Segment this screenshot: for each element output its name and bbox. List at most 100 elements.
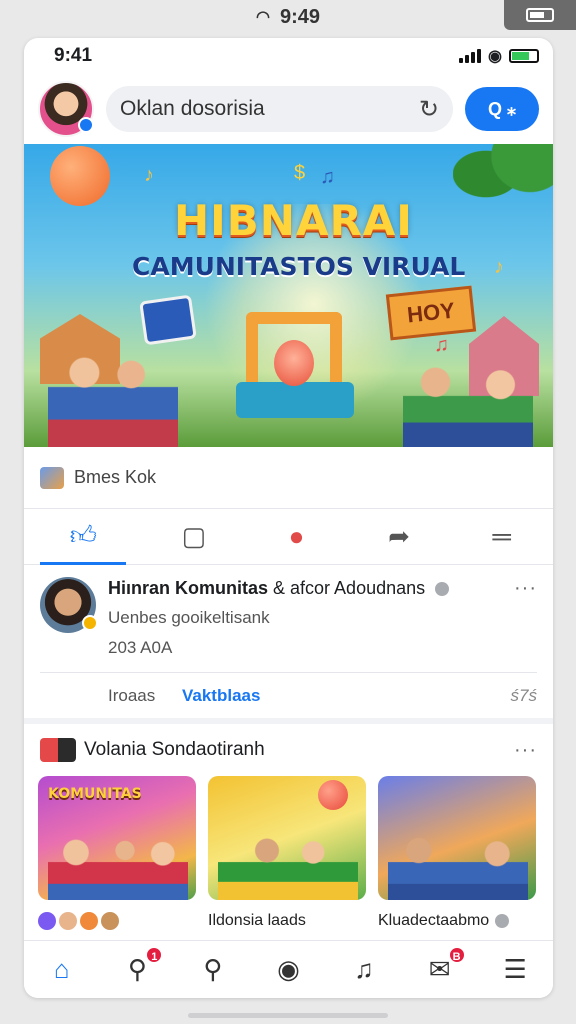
- post-author-name: Hiınran Komunitas: [108, 578, 269, 598]
- section-title-group[interactable]: Volania Sondaotiranh: [40, 738, 265, 762]
- like-button[interactable]: 👍︎: [40, 509, 127, 565]
- nav-home[interactable]: ⌂: [40, 954, 84, 985]
- search-input[interactable]: Oklan dosorisia ↻: [106, 86, 453, 132]
- card-caption: Kluadectaabmo: [378, 912, 536, 930]
- hoy-sign: HOY: [385, 285, 477, 341]
- banner-subtitle: CAMUNITASTOS VIRUAL: [132, 252, 466, 281]
- carousel-card[interactable]: Kluadectaabmo: [378, 776, 536, 930]
- app-window: 9:41 ◉ Oklan dosorisia ↻ Q ⁎ ♪ $ ♫ ♪ ♫ H…: [24, 38, 553, 998]
- reaction-icon: [80, 912, 98, 930]
- section-logo-icon: [40, 738, 76, 762]
- search-icon: ⚲: [203, 954, 223, 984]
- post-date: 203 A0A: [108, 638, 173, 657]
- status-time: 9:41: [54, 45, 93, 66]
- bottom-navigation: ⌂ ⚲ 1 ⚲ ◉ ♫ ✉ B ☰: [24, 940, 553, 998]
- post-more-icon[interactable]: ···: [514, 577, 537, 600]
- nav-messenger[interactable]: ◉: [266, 954, 310, 985]
- notification-badge: 1: [145, 946, 164, 964]
- carousel-card[interactable]: Ildonsia laads: [208, 776, 366, 930]
- post-header: Hiınran Komunitas & afcor Adoudnans ··· …: [40, 577, 537, 658]
- signal-icon: [459, 49, 482, 63]
- people-illustration: [48, 834, 188, 900]
- status-icons: ◉: [459, 46, 539, 66]
- reaction-icon: [38, 912, 56, 930]
- profile-avatar[interactable]: [38, 81, 94, 137]
- bell-icon: ♫: [354, 954, 374, 984]
- banner-title: HIBNARAI: [174, 196, 413, 245]
- mascot-illustration: [274, 340, 314, 386]
- people-illustration: [388, 834, 528, 900]
- card-image: [208, 776, 366, 900]
- post-footer-label: Iroaas: [108, 685, 156, 705]
- post-title[interactable]: Hiınran Komunitas & afcor Adoudnans: [108, 578, 450, 599]
- nav-explore[interactable]: ⚲: [191, 954, 235, 985]
- nav-notifications[interactable]: ♫: [342, 954, 386, 985]
- comment-button[interactable]: ▢: [159, 509, 229, 565]
- top-header: Oklan dosorisia ↻ Q ⁎: [24, 74, 553, 144]
- device-battery-indicator: [504, 0, 576, 30]
- messenger-button[interactable]: ●: [261, 509, 331, 565]
- section-title: Volania Sondaotiranh: [84, 739, 265, 760]
- home-indicator[interactable]: [188, 1013, 388, 1018]
- post-title-rest: & afcor Adoudnans: [268, 578, 426, 598]
- star-badge-icon: [82, 615, 98, 631]
- messenger-icon: ◉: [277, 954, 300, 984]
- people-illustration: [218, 834, 358, 900]
- reaction-icons: [38, 912, 196, 930]
- section-more-icon[interactable]: ···: [514, 739, 537, 762]
- section-header: Volania Sondaotiranh ···: [24, 724, 553, 776]
- dollar-icon: $: [294, 162, 306, 184]
- post-footer: Iroaas Vaktblaas ś7ś: [40, 672, 537, 718]
- post-card: Hiınran Komunitas & afcor Adoudnans ··· …: [24, 565, 553, 724]
- reaction-icon: [59, 912, 77, 930]
- home-icon: ⌂: [53, 954, 70, 984]
- status-bar: 9:41 ◉: [24, 38, 553, 74]
- nav-messages[interactable]: ✉ B: [418, 946, 466, 985]
- search-button[interactable]: Q ⁎: [465, 87, 539, 131]
- stage-base-illustration: [236, 382, 354, 418]
- carousel-card[interactable]: KOMUNITAS: [38, 776, 196, 930]
- battery-icon: [509, 49, 539, 63]
- post-count: ś7ś: [510, 685, 537, 705]
- menu-button[interactable]: ═: [467, 509, 537, 565]
- refresh-icon[interactable]: ↻: [419, 95, 439, 124]
- music-note-icon: ♪: [144, 164, 154, 186]
- palm-illustration: [453, 144, 553, 228]
- post-subtitle: Uenbes gooikeltisank: [108, 608, 270, 627]
- page-name-row[interactable]: Bmes Kok: [24, 447, 553, 509]
- cover-banner[interactable]: ♪ $ ♫ ♪ ♫ HOY HIBNARAI CAMUNITASTOS VIRU…: [24, 144, 553, 447]
- search-input-text: Oklan dosorisia: [120, 97, 265, 120]
- share-arrow-icon: ➦: [388, 521, 410, 551]
- card-caption-text: Ildonsia laads: [208, 912, 306, 929]
- page-icon: [40, 466, 64, 489]
- thumbs-up-icon: 👍︎: [69, 519, 97, 550]
- music-note-icon: ♫: [434, 334, 449, 356]
- wifi-icon: ◠: [256, 9, 270, 26]
- card-caption-text: Kluadectaabmo: [378, 912, 490, 929]
- balloon-illustration: [318, 780, 348, 810]
- post-author-avatar[interactable]: [40, 577, 98, 633]
- menu-lines-icon: ═: [492, 521, 511, 551]
- people-group-illustration: [403, 364, 533, 447]
- card-caption: Ildonsia laads: [208, 912, 366, 930]
- chat-bubble-icon: ✉: [428, 954, 451, 984]
- privacy-icon: [435, 582, 450, 597]
- battery-icon: [526, 8, 554, 22]
- card-carousel: KOMUNITAS Ildonsia laads Kluadectaabmo: [24, 776, 553, 930]
- device-status-bar: ◠ 9:49: [0, 0, 576, 34]
- card-image: KOMUNITAS: [38, 776, 196, 900]
- post-title-row: Hiınran Komunitas & afcor Adoudnans ···: [108, 577, 537, 600]
- message-badge: B: [447, 946, 466, 964]
- card-image: [378, 776, 536, 900]
- post-footer-link[interactable]: Vaktblaas: [182, 686, 260, 705]
- nav-menu[interactable]: ☰: [493, 954, 537, 985]
- card-image-label: KOMUNITAS: [48, 786, 142, 802]
- comment-icon: ▢: [181, 521, 207, 551]
- share-button[interactable]: ➦: [364, 509, 434, 565]
- reaction-icon: [101, 912, 119, 930]
- nav-search[interactable]: ⚲ 1: [115, 946, 164, 985]
- hamburger-menu-icon: ☰: [503, 954, 527, 984]
- verified-badge-icon: [495, 914, 510, 928]
- music-note-icon: ♫: [320, 166, 335, 188]
- verified-badge-icon: [78, 117, 94, 133]
